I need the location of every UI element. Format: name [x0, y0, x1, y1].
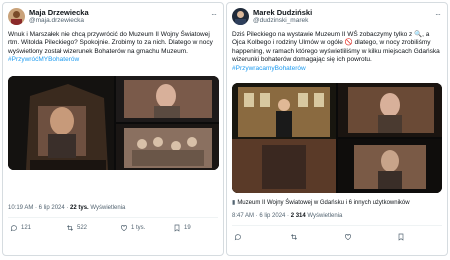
hashtag-link[interactable]: #PrzywróćMYBohaterów — [8, 56, 220, 64]
reply-count: 121 — [21, 225, 32, 231]
avatar[interactable] — [8, 8, 25, 25]
like-icon — [121, 225, 127, 232]
author-name[interactable]: Maja Drzewiecka — [29, 8, 89, 17]
reply-button[interactable]: 121 — [10, 224, 31, 232]
tweet-header: Maja Drzewiecka @maja.drzewiecka ··· — [8, 8, 218, 28]
location-text: Muzeum II Wojny Światowej w Gdańsku i 6 … — [237, 200, 410, 206]
tweet-header: Marek Dudziński @dudzinski_marek ··· — [232, 8, 442, 28]
tweet-body: Dziś Pileckiego na wystawie Muzeum II WŚ… — [232, 31, 440, 64]
avatar[interactable] — [232, 8, 249, 25]
tweet-text: Wnuk i Marszałek nie chcą przywrócić do … — [8, 31, 220, 65]
bookmark-icon — [174, 224, 180, 232]
repost-count: 522 — [77, 225, 88, 231]
tweet-body: Wnuk i Marszałek nie chcą przywrócić do … — [8, 31, 213, 55]
timestamp[interactable]: 10:19 AM · 6 lip 2024 · — [8, 205, 68, 211]
repost-icon — [291, 234, 297, 240]
bookmark-icon — [398, 233, 404, 241]
action-bar: 121 522 1 tys. 19 — [8, 224, 218, 234]
views-label: Wyświetlenia — [307, 213, 343, 219]
repost-button[interactable] — [290, 233, 301, 241]
bookmark-button[interactable] — [397, 233, 408, 241]
tweet-photo-grid[interactable] — [232, 83, 442, 193]
tweet-photo-grid[interactable] — [8, 76, 219, 170]
bookmark-button[interactable]: 19 — [173, 224, 191, 232]
like-button[interactable]: 1 tys. — [120, 224, 145, 232]
author-name[interactable]: Marek Dudziński — [253, 8, 312, 17]
location-tag[interactable]: ▮ Muzeum II Wojny Światowej w Gdańsku i 6… — [232, 199, 410, 206]
action-bar — [232, 233, 442, 243]
more-icon[interactable]: ··· — [211, 10, 217, 19]
tweet-meta: 8:47 AM · 6 lip 2024 · 2 314 Wyświetleni… — [232, 213, 342, 219]
more-icon[interactable]: ··· — [435, 10, 441, 19]
views-label: Wyświetlenia — [90, 205, 126, 211]
tweet-card-maja[interactable]: Maja Drzewiecka @maja.drzewiecka ··· Wnu… — [2, 2, 224, 256]
reply-button[interactable] — [234, 233, 245, 241]
location-pin-icon: ▮ — [232, 200, 236, 206]
timestamp[interactable]: 8:47 AM · 6 lip 2024 · — [232, 213, 289, 219]
repost-button[interactable]: 522 — [66, 224, 87, 232]
like-button[interactable] — [344, 233, 355, 241]
repost-icon — [67, 225, 73, 231]
like-icon — [345, 234, 351, 241]
author-handle[interactable]: @dudzinski_marek — [253, 17, 312, 25]
like-count: 1 tys. — [131, 225, 146, 231]
author-handle[interactable]: @maja.drzewiecka — [29, 17, 89, 25]
tweet-card-marek[interactable]: Marek Dudziński @dudzinski_marek ··· Dzi… — [226, 2, 448, 256]
divider — [232, 225, 442, 226]
hashtag-link[interactable]: #PrzywracamyBohaterów — [232, 65, 442, 73]
bookmark-count: 19 — [184, 225, 191, 231]
view-count: 22 tys. — [70, 205, 89, 211]
reply-icon — [234, 234, 241, 241]
tweet-text: Dziś Pileckiego na wystawie Muzeum II WŚ… — [232, 31, 442, 73]
reply-icon — [10, 225, 17, 232]
tweet-meta: 10:19 AM · 6 lip 2024 · 22 tys. Wyświetl… — [8, 205, 125, 211]
divider — [8, 217, 218, 218]
view-count: 2 314 — [290, 213, 306, 219]
